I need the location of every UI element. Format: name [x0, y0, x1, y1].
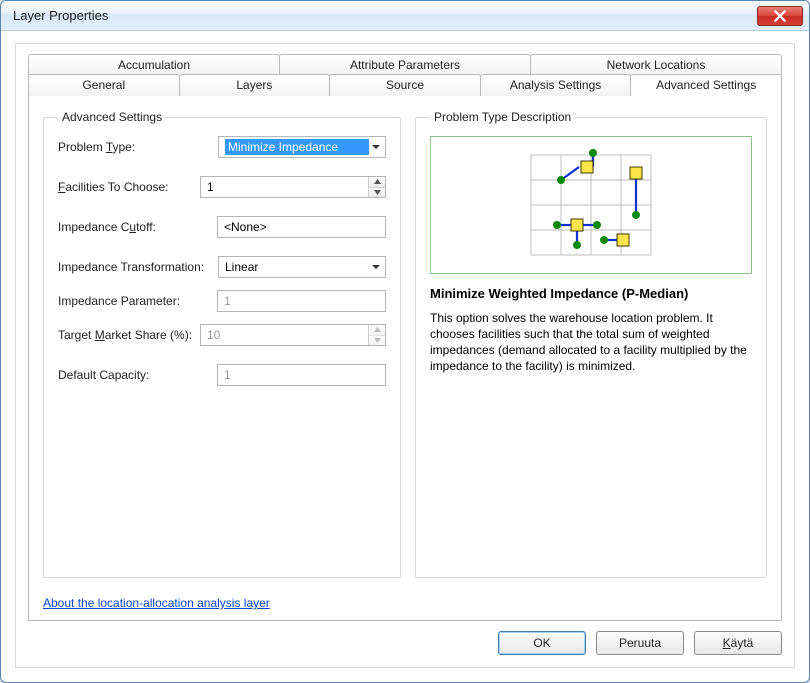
dialog-window: Layer Properties Accumulation Attribute …	[0, 0, 810, 683]
titlebar[interactable]: Layer Properties	[1, 1, 809, 31]
spin-buttons	[368, 325, 385, 345]
spin-down	[369, 336, 385, 346]
description-legend: Problem Type Description	[430, 110, 575, 124]
cutoff-input[interactable]	[217, 216, 386, 238]
row-capacity: Default Capacity:	[58, 364, 386, 386]
label-transformation: Impedance Transformation:	[58, 260, 218, 274]
tab-analysis-settings[interactable]: Analysis Settings	[480, 74, 632, 96]
transformation-combo[interactable]: Linear	[218, 256, 386, 278]
client-area: Accumulation Attribute Parameters Networ…	[1, 31, 809, 682]
problem-type-value: Minimize Impedance	[225, 139, 369, 155]
chevron-down-icon	[369, 143, 383, 151]
row-market-share: Target Market Share (%):	[58, 324, 386, 346]
tab-source[interactable]: Source	[329, 74, 481, 96]
problem-type-combo[interactable]: Minimize Impedance	[218, 136, 386, 158]
facilities-input[interactable]	[201, 177, 368, 197]
chevron-down-icon	[369, 263, 383, 271]
row-facilities: Facilities To Choose:	[58, 176, 386, 198]
inner-frame: Accumulation Attribute Parameters Networ…	[15, 43, 795, 668]
spin-up[interactable]	[369, 177, 385, 188]
close-button[interactable]	[757, 6, 803, 26]
facilities-spinner[interactable]	[200, 176, 386, 198]
description-body: This option solves the warehouse locatio…	[430, 310, 752, 374]
tab-attribute-parameters[interactable]: Attribute Parameters	[279, 54, 531, 75]
content-row: Advanced Settings Problem Type: Minimize…	[43, 110, 767, 578]
description-title: Minimize Weighted Impedance (P-Median)	[430, 286, 752, 302]
tab-panel: Advanced Settings Problem Type: Minimize…	[28, 95, 782, 621]
label-market-share: Target Market Share (%):	[58, 328, 200, 342]
label-parameter: Impedance Parameter:	[58, 294, 217, 308]
capacity-input	[217, 364, 386, 386]
tab-network-locations[interactable]: Network Locations	[530, 54, 782, 75]
tab-general[interactable]: General	[28, 74, 180, 96]
row-transformation: Impedance Transformation: Linear	[58, 256, 386, 278]
advanced-settings-legend: Advanced Settings	[58, 110, 166, 124]
spin-down[interactable]	[369, 188, 385, 198]
cancel-button[interactable]: Peruuta	[596, 631, 684, 655]
dialog-buttons: OK Peruuta Käytä	[28, 621, 782, 655]
label-capacity: Default Capacity:	[58, 368, 217, 382]
p-median-diagram-icon	[511, 145, 671, 265]
tabs-row-back: Accumulation Attribute Parameters Networ…	[28, 54, 782, 75]
label-facilities: Facilities To Choose:	[58, 180, 200, 194]
description-image	[430, 136, 752, 274]
tab-layers[interactable]: Layers	[179, 74, 331, 96]
spin-buttons	[368, 177, 385, 197]
window-title: Layer Properties	[13, 8, 757, 23]
description-group: Problem Type Description	[415, 110, 767, 578]
label-problem-type: Problem Type:	[58, 140, 218, 154]
spin-up	[369, 325, 385, 336]
help-link[interactable]: About the location-allocation analysis l…	[43, 596, 767, 610]
close-icon	[774, 10, 786, 22]
label-cutoff: Impedance Cutoff:	[58, 220, 217, 234]
advanced-settings-group: Advanced Settings Problem Type: Minimize…	[43, 110, 401, 578]
parameter-input	[217, 290, 386, 312]
row-parameter: Impedance Parameter:	[58, 290, 386, 312]
row-cutoff: Impedance Cutoff:	[58, 216, 386, 238]
market-share-spinner	[200, 324, 386, 346]
row-problem-type: Problem Type: Minimize Impedance	[58, 136, 386, 158]
apply-button[interactable]: Käytä	[694, 631, 782, 655]
market-share-input	[201, 325, 368, 345]
ok-button[interactable]: OK	[498, 631, 586, 655]
transformation-value: Linear	[225, 260, 369, 274]
tab-advanced-settings[interactable]: Advanced Settings	[630, 74, 782, 96]
tabs-row-front: General Layers Source Analysis Settings …	[28, 74, 782, 96]
tab-accumulation[interactable]: Accumulation	[28, 54, 280, 75]
